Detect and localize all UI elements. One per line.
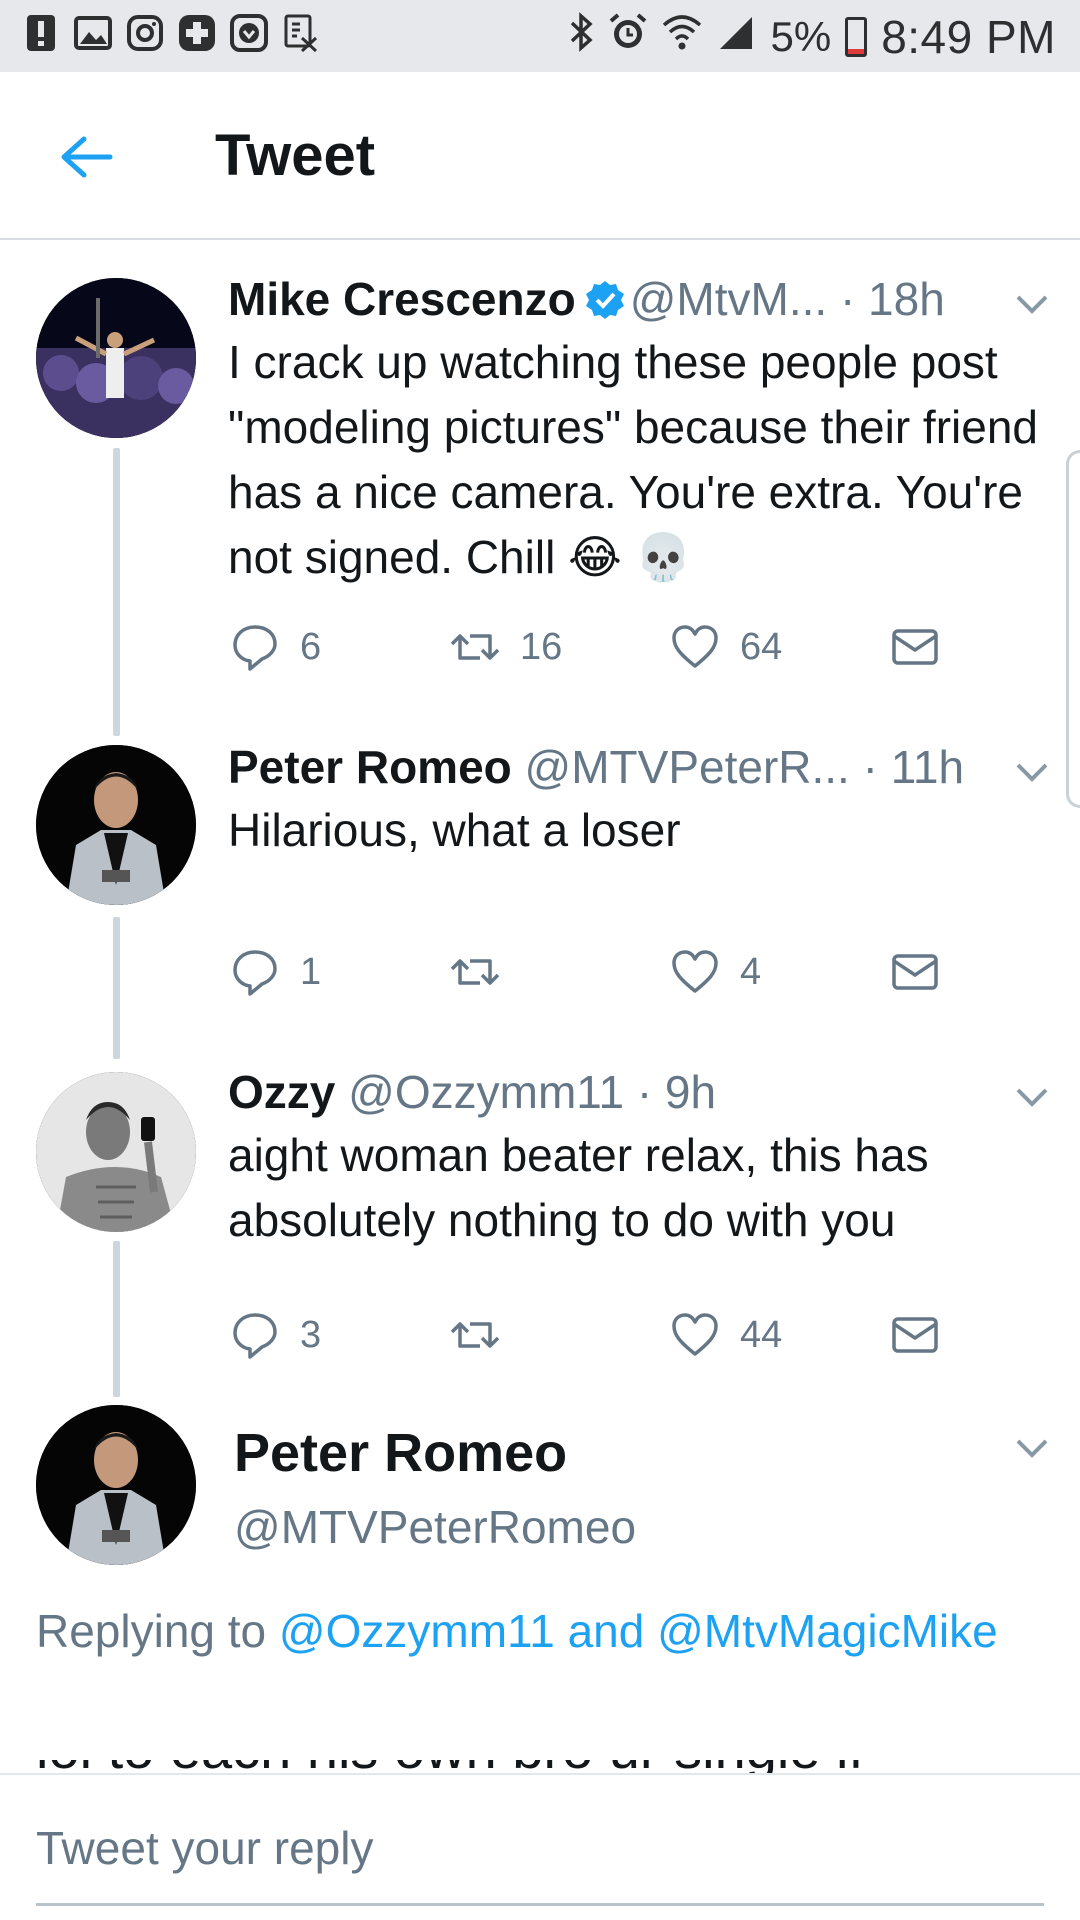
app-header: Tweet — [0, 72, 1080, 240]
focused-tweet-text-line: lol to each his own bro ur single lf — [36, 1760, 1046, 1774]
tweet-actions: 6 16 64 — [230, 622, 950, 678]
status-bar: 5% 8:49 PM — [0, 0, 1080, 72]
avatar[interactable] — [36, 278, 196, 438]
focused-tweet: Peter Romeo @MTVPeterRomeo Replying to @… — [0, 1400, 1080, 1773]
reply-bar: Tweet your reply — [0, 1773, 1080, 1920]
direct-message-button[interactable] — [890, 947, 940, 997]
alert-icon — [22, 14, 60, 52]
reply-button[interactable]: 3 — [230, 1310, 321, 1360]
signal-icon — [716, 12, 756, 62]
envelope-icon — [892, 1317, 938, 1353]
tweet-text: aight woman beater relax, this has absol… — [228, 1129, 929, 1246]
tweet-item[interactable]: Ozzy @Ozzymm11 · 9h aight woman beater r… — [0, 1060, 1080, 1400]
page-title: Tweet — [215, 123, 376, 188]
envelope-icon — [892, 954, 938, 990]
tweet-timestamp: · 18h — [839, 273, 945, 325]
tweet-author-name[interactable]: Ozzy — [228, 1066, 335, 1118]
retweet-button[interactable] — [450, 1310, 520, 1360]
back-button[interactable] — [52, 127, 116, 187]
reply-count: 3 — [300, 1313, 322, 1356]
replying-to-and: and — [567, 1605, 645, 1657]
system-status: 5% 8:49 PM — [568, 10, 1056, 64]
tweet-author-name[interactable]: Peter Romeo — [228, 741, 512, 793]
reply-count: 6 — [300, 625, 322, 668]
retweet-count: 16 — [520, 625, 563, 668]
tweet-author-handle[interactable]: @MTVPeterR... — [525, 741, 850, 793]
retweet-button[interactable]: 16 — [450, 622, 562, 672]
direct-message-button[interactable] — [890, 622, 940, 672]
chevron-down-icon[interactable] — [1014, 1085, 1050, 1109]
prescription-icon — [282, 14, 320, 52]
retweet-icon — [450, 959, 500, 985]
like-button[interactable]: 4 — [670, 947, 761, 997]
like-button[interactable]: 44 — [670, 1310, 782, 1360]
download-icon — [230, 14, 268, 52]
tweet-header: Mike Crescenzo @MtvM... · 18h — [228, 272, 945, 326]
heart-icon — [672, 625, 718, 668]
avatar[interactable] — [36, 745, 196, 905]
alarm-icon — [608, 12, 648, 63]
reply-icon — [233, 1313, 277, 1359]
retweet-icon — [450, 1322, 500, 1348]
avatar[interactable] — [36, 1405, 196, 1565]
tweet-timestamp: · 11h — [862, 741, 965, 793]
avatar[interactable] — [36, 1072, 196, 1232]
like-count: 64 — [740, 625, 783, 668]
gallery-icon — [74, 14, 112, 52]
retweet-button[interactable] — [450, 947, 520, 997]
replying-to-link[interactable]: @MtvMagicMike — [657, 1605, 998, 1657]
battery-percent: 5% — [770, 13, 832, 60]
medical-plus-icon — [178, 14, 216, 52]
focused-tweet-text: lol to each his own bro ur single lf — [36, 1760, 1046, 1774]
clock: 8:49 PM — [881, 11, 1056, 63]
replying-to-link[interactable]: @Ozzymm11 — [279, 1605, 555, 1657]
tweet-timestamp: · 9h — [636, 1066, 717, 1118]
tweet-text: I crack up watching these people post "m… — [228, 336, 1038, 583]
reply-button[interactable]: 6 — [230, 622, 321, 672]
direct-message-button[interactable] — [890, 1310, 940, 1360]
like-button[interactable]: 64 — [670, 622, 782, 672]
tweet-author-handle[interactable]: @MtvM... — [630, 273, 827, 325]
tweet-author-handle[interactable]: @Ozzymm11 — [348, 1066, 624, 1118]
tweet-header: Ozzy @Ozzymm11 · 9h — [228, 1065, 716, 1119]
focused-author-handle[interactable]: @MTVPeterRomeo — [234, 1500, 636, 1554]
reply-input[interactable]: Tweet your reply — [36, 1821, 373, 1875]
replying-to-label: Replying to — [36, 1605, 267, 1657]
replying-to: Replying to @Ozzymm11 and @MtvMagicMike — [36, 1598, 1046, 1664]
retweet-icon — [450, 634, 500, 660]
like-count: 4 — [740, 950, 762, 993]
heart-icon — [672, 1313, 718, 1356]
back-arrow-icon — [61, 136, 113, 178]
chevron-down-icon[interactable] — [1014, 292, 1050, 316]
focused-author-name[interactable]: Peter Romeo — [234, 1422, 567, 1484]
reply-icon — [233, 950, 277, 996]
tweet-author-name[interactable]: Mike Crescenzo — [228, 273, 576, 325]
chevron-down-icon[interactable] — [1014, 1436, 1050, 1460]
reply-icon — [233, 625, 277, 671]
reply-count: 1 — [300, 950, 322, 993]
tweet-item[interactable]: Mike Crescenzo @MtvM... · 18h I crack up … — [0, 240, 1080, 730]
tweet-header: Peter Romeo @MTVPeterR... · 11h — [228, 740, 964, 794]
like-count: 44 — [740, 1313, 783, 1356]
tweet-actions: 1 4 — [230, 947, 950, 1003]
notification-icons — [22, 14, 320, 52]
reply-button[interactable]: 1 — [230, 947, 321, 997]
instagram-icon — [126, 14, 164, 52]
tweet-item[interactable]: Peter Romeo @MTVPeterR... · 11h Hilariou… — [0, 735, 1080, 1060]
tweet-actions: 3 44 — [230, 1310, 950, 1366]
battery-icon — [845, 17, 868, 57]
heart-icon — [672, 950, 718, 993]
reply-input-underline — [36, 1903, 1044, 1906]
verified-badge-icon — [585, 281, 624, 319]
tweet-text: Hilarious, what a loser — [228, 804, 681, 856]
chevron-down-icon[interactable] — [1014, 760, 1050, 784]
envelope-icon — [892, 629, 938, 665]
bluetooth-icon — [568, 11, 594, 63]
wifi-icon — [662, 12, 702, 62]
